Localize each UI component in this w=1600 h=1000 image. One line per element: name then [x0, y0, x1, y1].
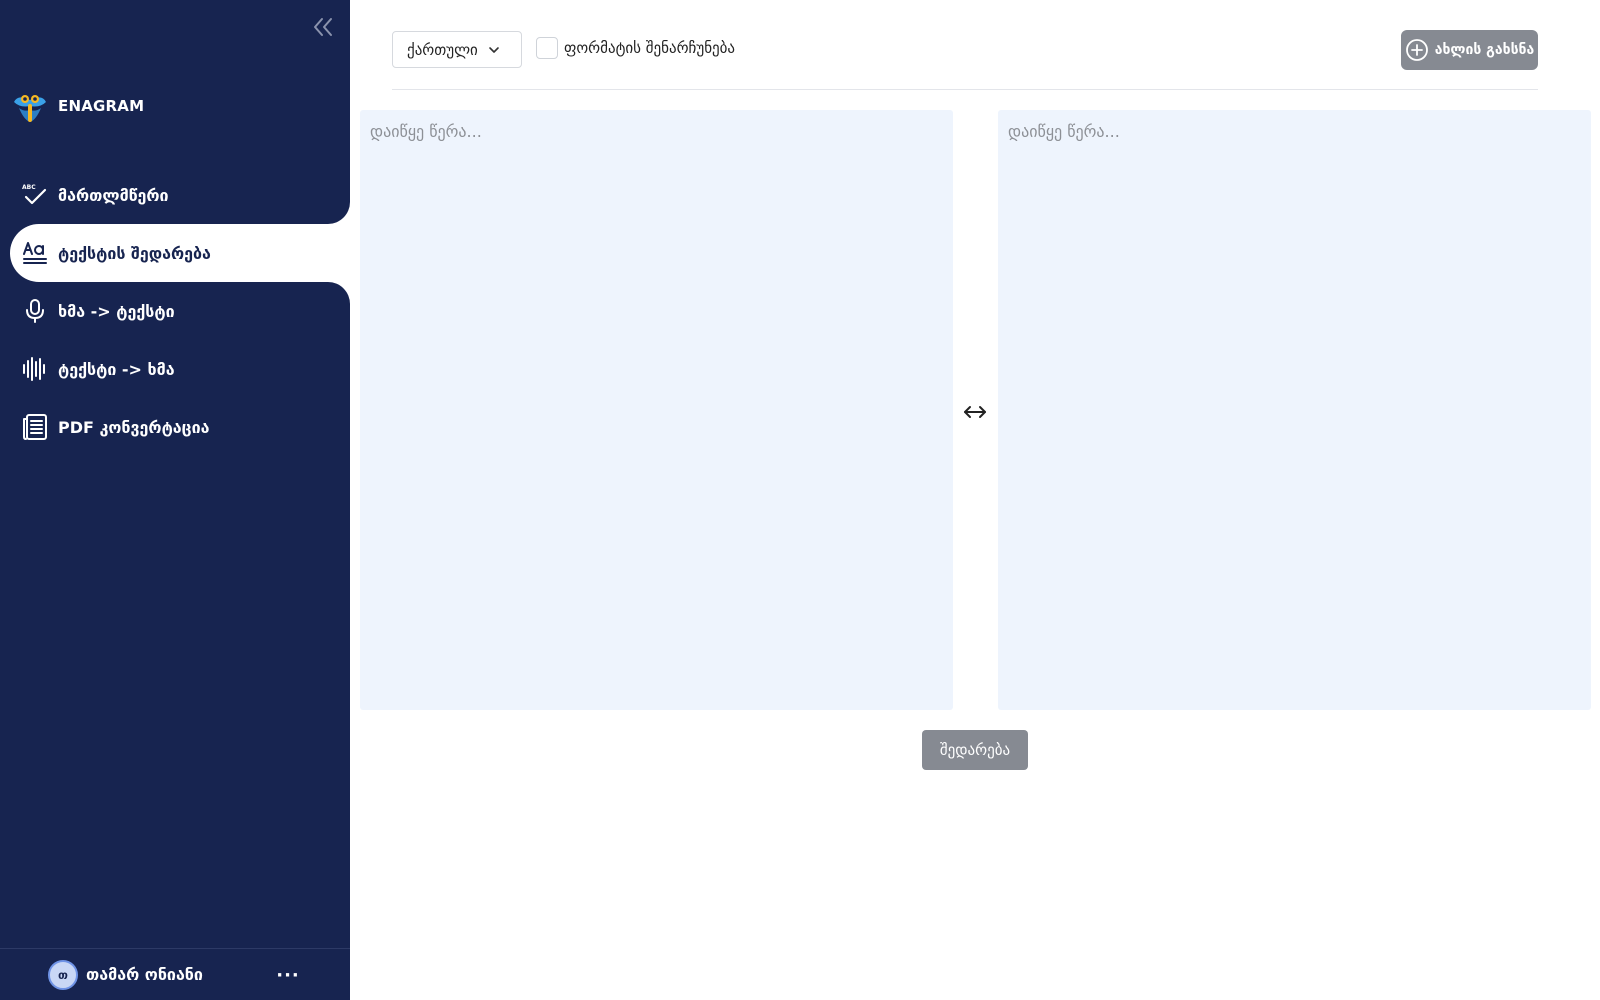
soundwave-icon	[22, 356, 48, 382]
swap-arrows-icon[interactable]	[960, 397, 990, 427]
language-select[interactable]: ქართული	[392, 31, 522, 68]
preserve-format-label: ფორმატის შენარჩუნება	[564, 39, 736, 57]
plus-circle-icon	[1405, 39, 1428, 61]
sidebar-item-speech-to-text[interactable]: ხმა -> ტექსტი	[0, 282, 350, 340]
spellcheck-icon: ABC	[22, 182, 48, 208]
sidebar-item-pdf-convert[interactable]: PDF კონვერტაცია	[0, 398, 350, 456]
left-text-input[interactable]: დაიწყე წერა...	[360, 110, 953, 710]
sidebar-item-label: ხმა -> ტექსტი	[58, 301, 175, 321]
open-new-label: ახლის გახსნა	[1434, 42, 1535, 58]
right-text-input[interactable]: დაიწყე წერა...	[998, 110, 1591, 710]
toolbar: ქართული ფორმატის შენარჩუნება ახლის გახსნ…	[392, 30, 1538, 90]
user-bar: თ თამარ ონიანი ···	[0, 948, 350, 1000]
brand[interactable]: ENAGRAM	[10, 86, 144, 126]
chevron-down-icon	[489, 46, 499, 53]
sidebar-item-label: ტექსტის შედარება	[58, 243, 211, 263]
open-new-button[interactable]: ახლის გახსნა	[1401, 30, 1538, 70]
sidebar-item-label: ტექსტი -> ხმა	[58, 359, 175, 379]
svg-text:ABC: ABC	[22, 184, 36, 191]
compare-button[interactable]: შედარება	[922, 730, 1028, 770]
sidebar-item-text-compare[interactable]: ტექსტის შედარება	[10, 224, 350, 282]
sidebar-item-text-to-speech[interactable]: ტექსტი -> ხმა	[0, 340, 350, 398]
main-content: ქართული ფორმატის შენარჩუნება ახლის გახსნ…	[350, 0, 1600, 1000]
user-name[interactable]: თამარ ონიანი	[86, 965, 203, 984]
sidebar-item-spellcheck[interactable]: ABC მართლმწერი	[0, 166, 350, 224]
preserve-format-option[interactable]: ფორმატის შენარჩუნება	[536, 37, 735, 59]
sidebar-item-label: მართლმწერი	[58, 185, 169, 205]
preserve-format-checkbox[interactable]	[536, 37, 558, 59]
brand-name: ENAGRAM	[58, 97, 145, 115]
sidebar-nav: ABC მართლმწერი ტექსტის შედარება ხმა -> ტ…	[0, 166, 350, 456]
sidebar: ENAGRAM ABC მართლმწერი ტექსტის შედარება …	[0, 0, 350, 1000]
more-options-icon[interactable]: ···	[276, 963, 300, 987]
sidebar-item-label: PDF კონვერტაცია	[58, 417, 210, 437]
app-window: ENAGRAM ABC მართლმწერი ტექსტის შედარება …	[0, 0, 1600, 1000]
microphone-icon	[22, 298, 48, 324]
document-icon	[22, 414, 48, 440]
avatar[interactable]: თ	[48, 959, 78, 990]
language-select-value: ქართული	[407, 40, 478, 59]
collapse-sidebar-icon[interactable]	[310, 14, 336, 40]
text-compare-icon	[22, 240, 48, 266]
owl-logo-icon	[14, 95, 46, 122]
